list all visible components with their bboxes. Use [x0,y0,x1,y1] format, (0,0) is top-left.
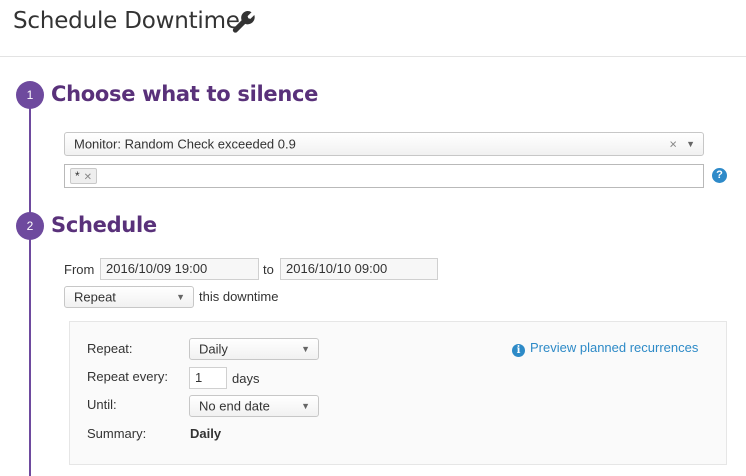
scope-tag-input[interactable]: * ✕ [64,164,704,188]
scope-tag-label: * [75,169,80,183]
until-select[interactable]: No end date ▼ [189,395,319,417]
repeat-mode-value: Repeat [74,289,116,305]
monitor-select-value: Monitor: Random Check exceeded 0.9 [74,136,296,152]
monitor-select[interactable]: Monitor: Random Check exceeded 0.9 × ▼ [64,132,704,156]
repeat-frequency-select[interactable]: Daily ▼ [189,338,319,360]
scope-tag: * ✕ [70,168,98,184]
repeat-mode-suffix: this downtime [199,289,279,304]
wrench-icon [232,10,255,33]
chevron-down-icon: ▼ [176,292,185,302]
preview-recurrences-label: Preview planned recurrences [530,340,699,355]
summary-label: Summary: [87,426,147,441]
chevron-down-icon: ▼ [301,344,310,354]
repeat-every-input[interactable]: 1 [189,367,227,389]
to-datetime-input[interactable]: 2016/10/10 09:00 [280,258,438,280]
from-label: From [64,262,95,277]
repeat-frequency-value: Daily [199,341,228,357]
page-title: Schedule Downtime [13,8,240,34]
step-1-badge: 1 [16,81,44,109]
chevron-down-icon: ▼ [686,139,695,149]
remove-tag-icon[interactable]: ✕ [84,172,92,183]
repeat-every-unit: days [232,371,260,386]
preview-recurrences-link[interactable]: i Preview planned recurrences [512,340,698,357]
header-bar: Schedule Downtime [0,0,746,57]
step-2-badge: 2 [16,212,44,240]
repeat-label: Repeat: [87,341,133,356]
step-1-title: Choose what to silence [51,82,319,106]
chevron-down-icon: ▼ [301,401,310,411]
timeline-line [29,95,31,476]
info-icon: i [512,344,525,357]
clear-icon[interactable]: × [669,137,677,152]
help-icon[interactable]: ? [712,168,727,183]
repeat-mode-select[interactable]: Repeat ▼ [64,286,194,308]
repeat-every-label: Repeat every: [87,369,168,384]
step-2-title: Schedule [51,213,157,237]
from-datetime-input[interactable]: 2016/10/09 19:00 [100,258,259,280]
summary-value: Daily [190,426,222,441]
until-label: Until: [87,397,117,412]
to-label: to [263,262,274,277]
until-value: No end date [199,398,270,414]
